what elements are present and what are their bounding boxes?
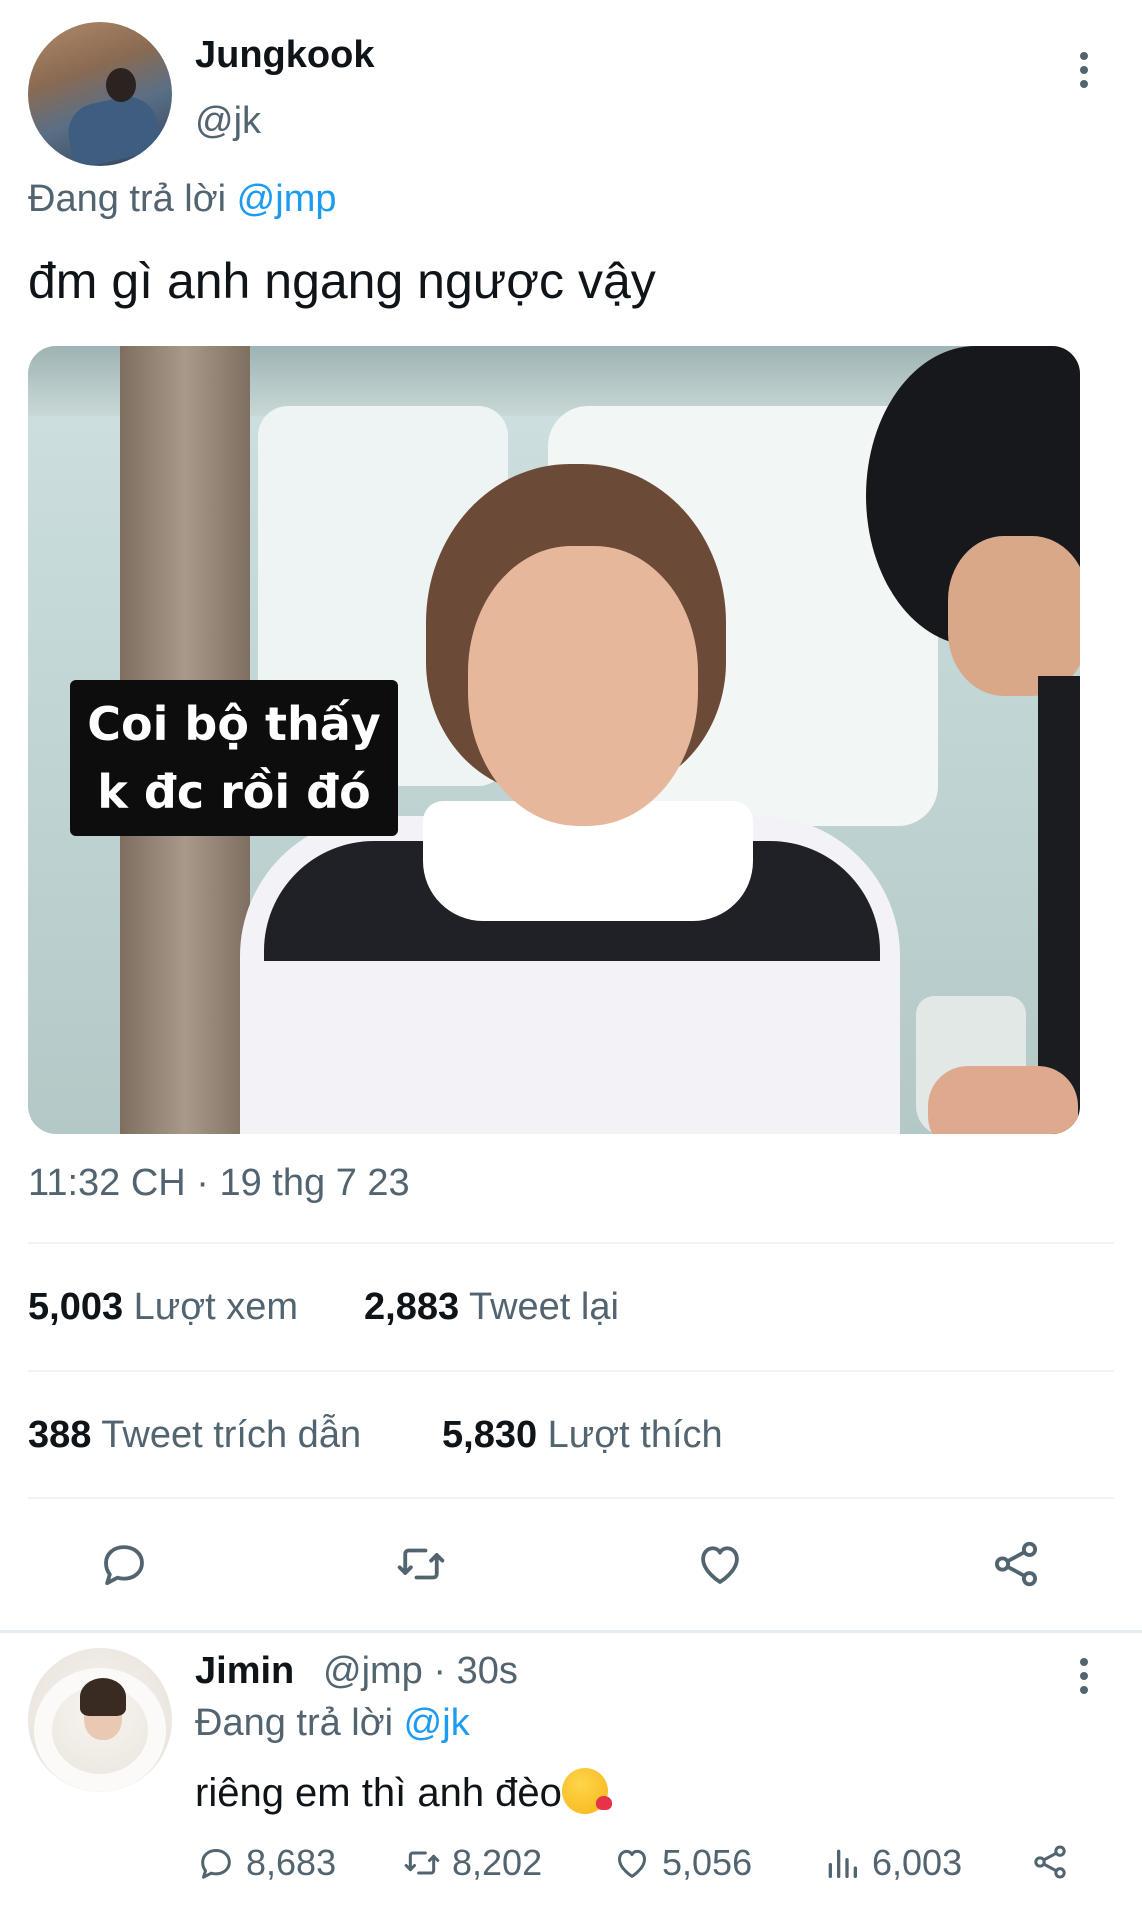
tweet-separator [0, 1630, 1142, 1633]
replying-to-mention[interactable]: @jmp [237, 178, 337, 220]
replying-to-line: Đang trả lời @jmp [28, 178, 336, 221]
retweets-stat[interactable]: 2,883 Tweet lại [364, 1286, 619, 1329]
tweet-timestamp[interactable]: 11:32 CH · 19 thg 7 23 [28, 1162, 410, 1205]
quotes-label: Tweet trích dẫn [101, 1414, 362, 1456]
like-icon [618, 1849, 646, 1878]
replying-to-label: Đang trả lời [28, 178, 227, 220]
views-stat: 5,003 Lượt xem [28, 1286, 298, 1329]
kissing-face-with-heart-icon [561, 1768, 612, 1814]
reply-author-avatar[interactable] [28, 1648, 172, 1792]
like-icon[interactable] [690, 1534, 750, 1594]
reply-replying-to-line: Đang trả lời @jk [195, 1702, 470, 1745]
replying-to-label: Đang trả lời [195, 1702, 394, 1744]
tweet-text: đm gì anh ngang ngược vậy [28, 253, 656, 309]
tweet-media-image[interactable]: Coi bộ thấy k đc rồi đó [28, 346, 1080, 1134]
reply-share-action[interactable] [1030, 1842, 1070, 1882]
reply-replies-action[interactable]: 8,683 [196, 1842, 336, 1884]
replying-to-mention[interactable]: @jk [404, 1702, 470, 1744]
likes-label: Lượt thích [547, 1414, 723, 1456]
replies-count: 8,683 [246, 1842, 337, 1883]
reply-views-action[interactable]: 6,003 [822, 1842, 962, 1884]
reply-author-meta[interactable]: @jmp · 30s [323, 1650, 518, 1693]
author-handle[interactable]: @jk [195, 100, 261, 143]
author-display-name[interactable]: Jungkook [195, 34, 374, 77]
quotes-stat[interactable]: 388 Tweet trích dẫn [28, 1414, 361, 1457]
retweets-count: 2,883 [364, 1286, 460, 1328]
reply-likes-action[interactable]: 5,056 [612, 1842, 752, 1884]
likes-count: 5,056 [662, 1842, 753, 1883]
likes-stat[interactable]: 5,830 Lượt thích [442, 1414, 723, 1457]
author-avatar[interactable] [28, 22, 172, 166]
divider [28, 1370, 1114, 1372]
share-icon [1034, 1845, 1066, 1879]
quotes-count: 388 [28, 1414, 92, 1456]
reply-text: riêng em thì anh đèo [195, 1768, 612, 1816]
share-icon[interactable] [986, 1534, 1046, 1594]
reply-icon [201, 1849, 231, 1879]
likes-count: 5,830 [442, 1414, 538, 1456]
divider [28, 1497, 1114, 1499]
retweets-count: 8,202 [452, 1842, 543, 1883]
media-caption-line-2: k đc rồi đó [97, 765, 371, 819]
reply-retweets-action[interactable]: 8,202 [402, 1842, 542, 1884]
media-caption: Coi bộ thấy k đc rồi đó [70, 680, 398, 836]
media-caption-line-1: Coi bộ thấy [87, 697, 381, 751]
retweet-icon [404, 1851, 440, 1875]
views-count: 6,003 [872, 1842, 963, 1883]
reply-text-content: riêng em thì anh đèo [195, 1771, 562, 1815]
more-options-icon[interactable] [1064, 1652, 1104, 1700]
more-options-icon[interactable] [1064, 46, 1104, 94]
views-icon [828, 1849, 857, 1878]
retweet-icon[interactable] [391, 1534, 451, 1594]
retweets-label: Tweet lại [468, 1286, 619, 1328]
reply-author-name[interactable]: Jimin [195, 1650, 294, 1693]
views-label: Lượt xem [133, 1286, 299, 1328]
reply-icon[interactable] [94, 1534, 154, 1594]
views-count: 5,003 [28, 1286, 124, 1328]
divider [28, 1242, 1114, 1244]
